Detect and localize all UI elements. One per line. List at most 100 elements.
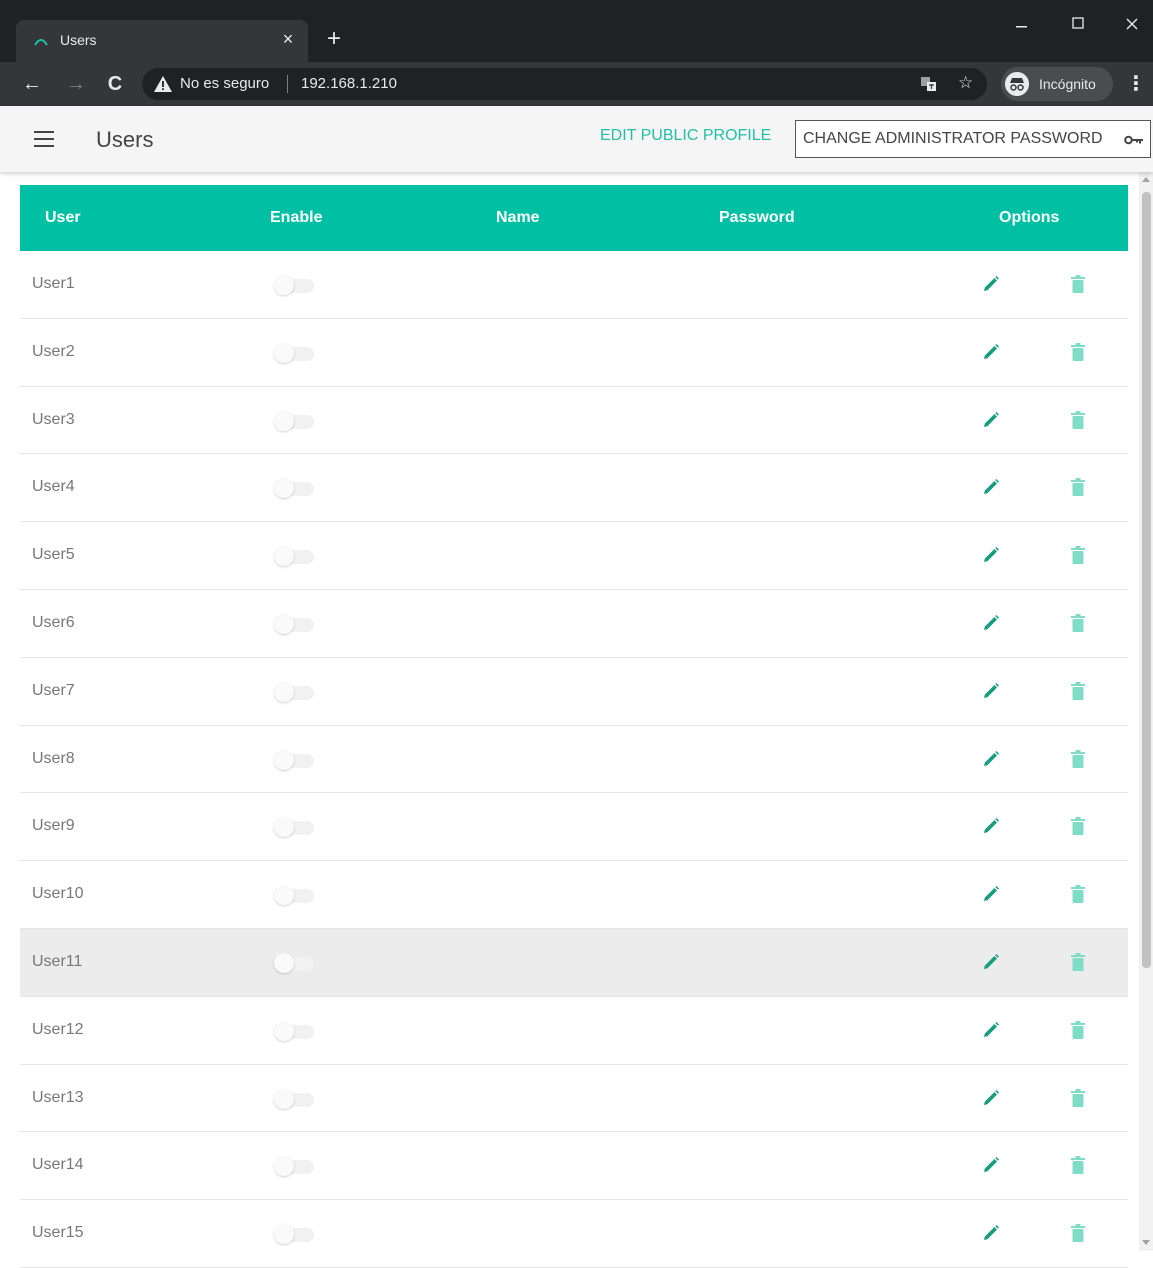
enable-toggle[interactable] [274, 410, 316, 431]
toggle-thumb [274, 613, 294, 634]
window-close-button[interactable] [1110, 6, 1153, 40]
pencil-icon[interactable] [982, 478, 1000, 496]
enable-toggle[interactable] [274, 952, 316, 973]
pencil-icon[interactable] [982, 682, 1000, 700]
not-secure-label[interactable]: No es seguro [180, 75, 269, 92]
enable-toggle[interactable] [274, 681, 316, 702]
header-options: Options [999, 209, 1060, 226]
trash-icon[interactable] [1071, 952, 1085, 971]
trash-icon[interactable] [1071, 1156, 1085, 1175]
scroll-up-arrow-icon[interactable] [1142, 177, 1150, 182]
enable-toggle[interactable] [274, 885, 316, 906]
browser-menu-icon[interactable]: ⋮ [1126, 72, 1146, 96]
back-arrow-icon[interactable]: ← [20, 72, 44, 96]
url-text[interactable]: 192.168.1.210 [301, 75, 397, 92]
window-minimize-button[interactable] [999, 6, 1043, 40]
toggle-thumb [274, 410, 294, 431]
tab-close-icon[interactable]: × [278, 29, 298, 49]
user-cell: User9 [32, 817, 75, 835]
trash-icon[interactable] [1071, 1224, 1085, 1243]
trash-icon[interactable] [1071, 613, 1085, 632]
pencil-icon[interactable] [982, 343, 1000, 361]
enable-toggle[interactable] [274, 613, 316, 634]
pencil-icon[interactable] [982, 817, 1000, 835]
star-icon[interactable]: ☆ [958, 73, 973, 93]
users-table-header: User Enable Name Password Options [20, 185, 1128, 251]
table-row[interactable]: User6 [20, 590, 1128, 658]
incognito-icon [1005, 72, 1029, 96]
users-table-body: User1 User2 User3 User4 User5 User6 User7 User8… [20, 251, 1128, 1268]
page-scrollbar[interactable] [1139, 172, 1153, 1251]
new-tab-button[interactable]: + [322, 27, 346, 52]
table-row[interactable]: User3 [20, 387, 1128, 455]
enable-toggle[interactable] [274, 1088, 316, 1109]
browser-tabstrip: Users × + [0, 0, 1153, 62]
user-cell: User10 [32, 885, 84, 903]
pencil-icon[interactable] [982, 953, 1000, 971]
pencil-icon[interactable] [982, 1021, 1000, 1039]
toggle-thumb [274, 952, 294, 973]
header-name: Name [496, 209, 540, 226]
table-row[interactable]: User8 [20, 726, 1128, 794]
pencil-icon[interactable] [982, 275, 1000, 293]
table-row[interactable]: User9 [20, 793, 1128, 862]
trash-icon[interactable] [1071, 817, 1085, 836]
enable-toggle[interactable] [274, 275, 316, 295]
table-row[interactable]: User4 [20, 454, 1128, 523]
enable-toggle[interactable] [274, 342, 316, 363]
trash-icon[interactable] [1071, 410, 1085, 429]
enable-toggle[interactable] [274, 817, 316, 838]
edit-public-profile-button[interactable]: EDIT PUBLIC PROFILE [600, 127, 771, 145]
pencil-icon[interactable] [982, 885, 1000, 903]
enable-toggle[interactable] [274, 1020, 316, 1041]
pencil-icon[interactable] [982, 1089, 1000, 1107]
translate-icon[interactable] [921, 76, 937, 92]
trash-icon[interactable] [1071, 1020, 1085, 1039]
table-row[interactable]: User14 [20, 1132, 1128, 1201]
change-administrator-password-button[interactable]: CHANGE ADMINISTRATOR PASSWORD [795, 120, 1151, 158]
pencil-icon[interactable] [982, 750, 1000, 768]
pencil-icon[interactable] [982, 1224, 1000, 1242]
tab-favicon-icon [34, 39, 48, 46]
enable-toggle[interactable] [274, 749, 316, 770]
enable-toggle[interactable] [274, 546, 316, 567]
reload-icon[interactable]: C [103, 72, 127, 96]
hamburger-menu-icon[interactable] [34, 131, 54, 147]
table-row[interactable]: User2 [20, 319, 1128, 387]
user-cell: User12 [32, 1020, 84, 1038]
incognito-indicator[interactable]: Incógnito [1001, 67, 1113, 101]
trash-icon[interactable] [1071, 885, 1085, 904]
enable-toggle[interactable] [274, 478, 316, 499]
user-cell: User15 [32, 1224, 84, 1242]
browser-tab[interactable]: Users × [16, 20, 308, 62]
key-icon [1124, 135, 1143, 145]
window-maximize-button[interactable] [1056, 6, 1100, 40]
pencil-icon[interactable] [982, 546, 1000, 564]
pencil-icon[interactable] [982, 614, 1000, 632]
trash-icon[interactable] [1071, 342, 1085, 361]
pencil-icon[interactable] [982, 1156, 1000, 1174]
table-row[interactable]: User11 [20, 928, 1128, 997]
trash-icon[interactable] [1071, 681, 1085, 700]
enable-toggle[interactable] [274, 1224, 316, 1245]
pencil-icon[interactable] [982, 411, 1000, 429]
address-bar[interactable]: No es seguro 192.168.1.210 ☆ [142, 68, 987, 100]
forward-arrow-icon[interactable]: → [64, 72, 88, 96]
scroll-down-arrow-icon[interactable] [1142, 1240, 1150, 1245]
enable-toggle[interactable] [274, 1156, 316, 1177]
trash-icon[interactable] [1071, 546, 1085, 565]
table-row[interactable]: User7 [20, 658, 1128, 726]
table-row[interactable]: User12 [20, 997, 1128, 1065]
table-row[interactable]: User5 [20, 522, 1128, 590]
table-row[interactable]: User15 [20, 1200, 1128, 1268]
browser-toolbar: ← → C No es seguro 192.168.1.210 ☆ Incóg… [0, 62, 1153, 106]
user-cell: User5 [32, 546, 75, 564]
trash-icon[interactable] [1071, 749, 1085, 768]
trash-icon[interactable] [1071, 1088, 1085, 1107]
trash-icon[interactable] [1071, 275, 1085, 293]
trash-icon[interactable] [1071, 478, 1085, 497]
scrollbar-thumb[interactable] [1142, 192, 1151, 968]
table-row[interactable]: User10 [20, 861, 1128, 929]
table-row[interactable]: User13 [20, 1065, 1128, 1133]
table-row[interactable]: User1 [20, 251, 1128, 319]
